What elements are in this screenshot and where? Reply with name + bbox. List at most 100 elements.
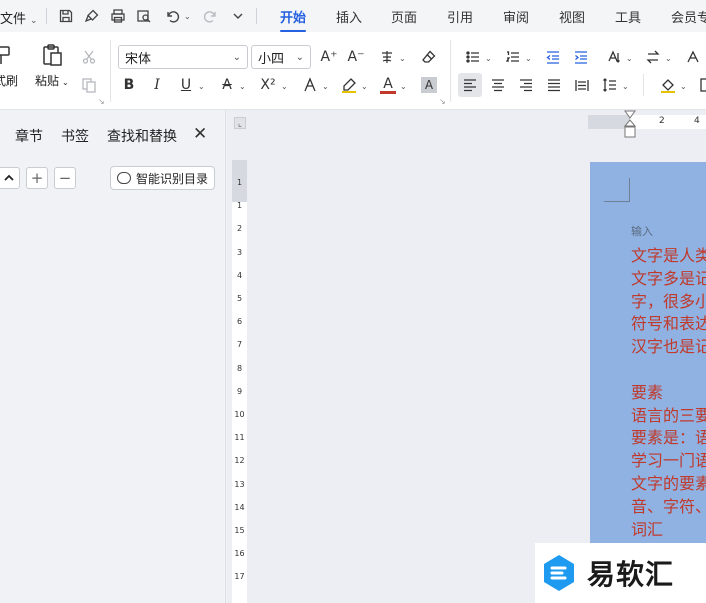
tab-stop-selector[interactable]: ⌞ (234, 117, 246, 129)
chevron-down-icon: ⌄ (62, 78, 69, 87)
chevron-down-icon[interactable]: ⌄ (239, 82, 246, 91)
document-text-line[interactable]: 语言的三要 (631, 402, 706, 426)
justify-button[interactable] (543, 74, 565, 96)
phonetic-guide-button[interactable] (376, 46, 398, 68)
italic-icon: I (154, 77, 160, 93)
font-color-button[interactable]: A (377, 74, 399, 96)
chevron-down-icon[interactable]: ⌄ (525, 54, 532, 63)
align-right-button[interactable] (515, 74, 537, 96)
show-marks-button[interactable] (682, 46, 704, 68)
chevron-down-icon[interactable]: ⌄ (198, 82, 205, 91)
copy-icon[interactable] (78, 74, 100, 96)
undo-icon[interactable] (162, 6, 182, 26)
smart-toc-label: 智能识别目录 (136, 171, 209, 186)
italic-button[interactable]: I (146, 74, 168, 96)
file-menu[interactable]: 文件 ⌄ (0, 8, 38, 27)
nav-tab-find-replace[interactable]: 查找和替换 (107, 126, 177, 146)
document-page[interactable]: 输入 文字是人类 文字多是记 字，很多小 符号和表达 汉字也是记 要素 语言的三要 要素是：语… (590, 162, 706, 603)
tab-tools[interactable]: 工具 (615, 7, 641, 26)
tab-page[interactable]: 页面 (391, 7, 417, 26)
character-shading-button[interactable]: A (418, 74, 440, 96)
bold-button[interactable]: B (118, 74, 140, 96)
chevron-down-icon[interactable]: ⌄ (400, 82, 407, 91)
document-text-line[interactable]: 符号和表达 (631, 310, 706, 334)
cut-icon[interactable] (78, 46, 100, 68)
document-text-line[interactable]: 学习一门语 (631, 447, 706, 471)
highlight-button[interactable] (338, 74, 360, 96)
document-text-line[interactable]: 文字多是记 (631, 265, 706, 289)
line-spacing-button[interactable] (599, 74, 621, 96)
chevron-down-icon[interactable]: ⌄ (622, 82, 629, 91)
dialog-launcher-icon[interactable]: ↘ (98, 97, 105, 106)
expand-all-button[interactable]: + (26, 167, 48, 189)
horizontal-ruler[interactable]: 2 4 (588, 115, 706, 129)
tab-references[interactable]: 引用 (447, 7, 473, 26)
chevron-down-icon[interactable]: ⌄ (626, 54, 633, 63)
document-text-line[interactable]: 音、字符、 (631, 493, 706, 517)
ruler-number: 3 (236, 247, 243, 257)
font-name-select[interactable]: 宋体 ⌄ (118, 45, 248, 69)
numbered-list-button[interactable] (502, 46, 524, 68)
tab-insert[interactable]: 插入 (336, 7, 362, 26)
tab-view[interactable]: 视图 (559, 7, 585, 26)
more-icon[interactable] (228, 6, 248, 26)
vertical-ruler[interactable]: 1 1 2 3 4 5 6 7 8 9 10 11 12 13 14 15 16 17 (232, 160, 247, 603)
document-text-line[interactable]: 词汇 (631, 516, 663, 540)
document-text-line[interactable]: 要素是：语 (631, 424, 706, 448)
document-text-line[interactable]: 文字是人类 (631, 242, 706, 266)
collapse-level-button[interactable] (0, 167, 20, 189)
strikethrough-button[interactable]: A (216, 74, 238, 96)
smart-toc-button[interactable]: 智能识别目录 (110, 166, 216, 190)
tab-review[interactable]: 审阅 (503, 7, 529, 26)
chevron-down-icon[interactable]: ⌄ (361, 82, 368, 91)
nav-tab-bookmarks[interactable]: 书签 (61, 126, 89, 146)
document-text-line[interactable]: 汉字也是记 (631, 333, 706, 357)
decrease-indent-button[interactable] (542, 46, 564, 68)
superscript-button[interactable]: X² (257, 74, 279, 96)
borders-button[interactable] (696, 74, 706, 96)
tab-member[interactable]: 会员专 (671, 7, 706, 26)
sort-button[interactable] (642, 46, 664, 68)
align-left-button[interactable] (459, 74, 481, 96)
document-text-line[interactable]: 要素 (631, 379, 663, 403)
document-area[interactable]: ⌞ 2 4 1 1 2 3 4 5 6 7 8 9 10 11 12 13 14 15 16 17 输入 文字是人… (227, 110, 706, 603)
document-text-line[interactable]: 文字的要素 (631, 470, 706, 494)
increase-font-size-button[interactable]: A⁺ (318, 46, 340, 68)
dialog-launcher-icon[interactable]: ↘ (439, 97, 446, 106)
close-icon[interactable]: ✕ (193, 124, 207, 144)
text-direction-button[interactable] (603, 46, 625, 68)
increase-indent-button[interactable] (570, 46, 592, 68)
ruler-number: 10 (234, 410, 245, 419)
redo-icon[interactable] (201, 6, 221, 26)
font-size-select[interactable]: 小四 ⌄ (251, 45, 311, 69)
align-center-button[interactable] (487, 74, 509, 96)
format-painter-icon[interactable] (82, 6, 102, 26)
clear-format-button[interactable] (418, 46, 440, 68)
decrease-font-size-button[interactable]: A⁻ (345, 46, 367, 68)
tab-home[interactable]: 开始 (280, 7, 307, 32)
chevron-down-icon[interactable]: ⌄ (322, 82, 329, 91)
document-text-line[interactable]: 字，很多小 (631, 288, 706, 312)
chevron-down-icon[interactable]: ⌄ (485, 54, 492, 63)
underline-button[interactable]: U (175, 74, 197, 96)
bullet-list-button[interactable] (462, 46, 484, 68)
save-icon[interactable] (56, 6, 76, 26)
distributed-button[interactable] (571, 74, 593, 96)
font-size-value: 小四 (258, 51, 285, 67)
chevron-down-icon[interactable]: ⌄ (399, 54, 406, 63)
paste-button[interactable]: 粘贴 ⌄ (35, 42, 69, 89)
chevron-down-icon[interactable]: ⌄ (281, 82, 288, 91)
chevron-down-icon[interactable]: ⌄ (184, 12, 191, 21)
shading-fill-button[interactable] (657, 74, 679, 96)
nav-tab-chapters[interactable]: 章节 (15, 126, 43, 146)
collapse-all-button[interactable]: − (54, 167, 76, 189)
print-preview-icon[interactable] (134, 6, 154, 26)
ruler-number: 1 (236, 201, 243, 211)
text-effect-button[interactable] (299, 74, 321, 96)
print-icon[interactable] (108, 6, 128, 26)
chevron-down-icon[interactable]: ⌄ (665, 54, 672, 63)
minus-icon: − (58, 168, 72, 187)
format-painter-button[interactable]: 格式刷 (0, 42, 18, 89)
indent-marker-icon[interactable] (624, 110, 636, 138)
chevron-down-icon[interactable]: ⌄ (680, 82, 687, 91)
